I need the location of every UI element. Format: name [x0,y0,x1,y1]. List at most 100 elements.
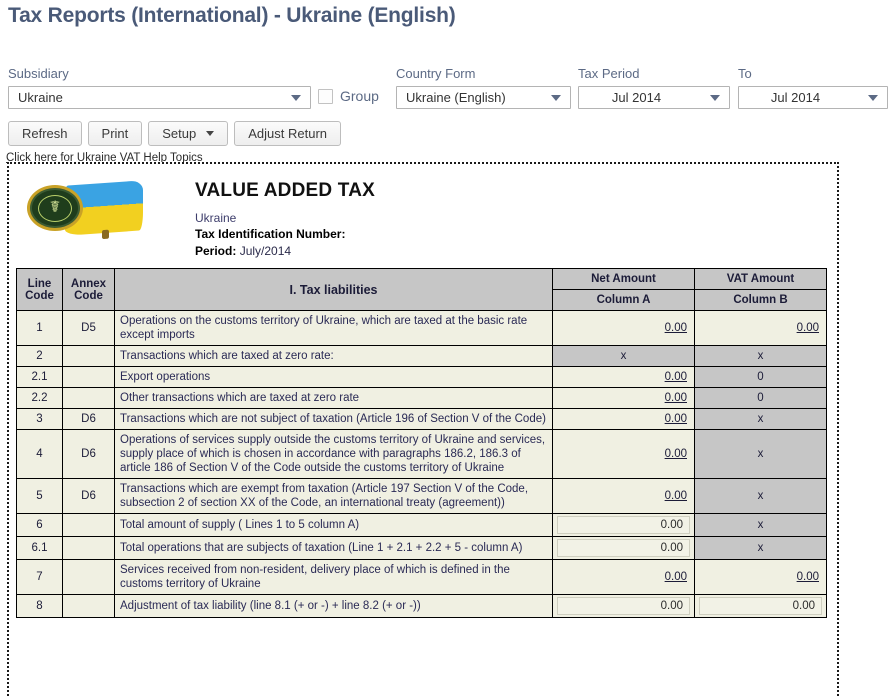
cell-net-amount[interactable]: 0.00 [552,366,695,388]
cell-vat-amount[interactable]: 0.00 [694,310,827,346]
table-row: 6.1 Total operations that are subjects of… [16,536,827,560]
cell-net-amount-link[interactable]: 0.00 [665,371,687,383]
cell-annex-code: D6 [62,408,115,430]
table-row: 3 D6 Transactions which are not subject of… [16,408,827,430]
vat-table-body: 1 D5 Operations on the customs territory o… [16,310,827,618]
cell-net-amount[interactable]: 0.00 [552,429,695,479]
cell-vat-amount: x [694,536,827,560]
table-row: 2 Transactions which are taxed at zero ra… [16,345,827,367]
tax-period-field: Tax Period Jul 2014 [578,66,730,109]
cell-vat-amount: 0 [694,366,827,388]
refresh-button-label: Refresh [22,126,68,141]
country-form-value: Ukraine (English) [406,90,506,105]
header-line-code-l1: Line [27,277,52,290]
cell-description: Transactions which are exempt from taxat… [114,478,553,514]
cell-description: Other transactions which are taxed at ze… [114,387,553,409]
caduceus-glyph: ☤ [38,194,72,222]
subsidiary-field: Subsidiary Ukraine [8,66,311,109]
cell-line-code: 2.2 [16,387,63,409]
tax-period-select[interactable]: Jul 2014 [578,86,730,109]
to-period-value: Jul 2014 [770,90,821,105]
report-tin-line: Tax Identification Number: [195,226,375,243]
adjust-return-button[interactable]: Adjust Return [234,121,342,146]
table-row: 7 Services received from non-resident, de… [16,559,827,595]
chevron-down-icon [551,94,561,101]
print-button[interactable]: Print [87,121,143,146]
subsidiary-select[interactable]: Ukraine [8,86,311,109]
cell-line-code: 5 [16,478,63,514]
cell-description: Operations on the customs territory of U… [114,310,553,346]
cell-vat-amount-link[interactable]: 0.00 [797,571,819,583]
cell-annex-code [62,366,115,388]
to-period-select[interactable]: Jul 2014 [738,86,888,109]
cell-net-amount[interactable]: 0.00 [552,513,695,537]
chevron-down-icon [710,94,720,101]
chevron-down-icon [868,94,878,101]
cell-net-amount-link[interactable]: 0.00 [665,392,687,404]
header-vat-amount: VAT Amount [694,268,827,290]
header-column-a: Column A [552,289,695,311]
cell-net-amount-link[interactable]: 0.00 [665,490,687,502]
cell-net-amount[interactable]: 0.00 [552,387,695,409]
header-section-title: I. Tax liabilities [114,268,553,311]
cell-annex-code: D6 [62,478,115,514]
vat-table: Line Code Annex Code I. Tax liabilities … [16,268,827,618]
cell-vat-amount[interactable]: 0.00 [694,559,827,595]
report-period-label: Period: [195,244,237,258]
cell-description: Total amount of supply ( Lines 1 to 5 co… [114,513,553,537]
table-row: 5 D6 Transactions which are exempt from ta… [16,478,827,514]
report-country: Ukraine [195,211,237,225]
cell-net-amount[interactable]: 0.00 [552,536,695,560]
cell-net-amount[interactable]: 0.00 [552,310,695,346]
ukraine-tax-service-emblem-icon: ☤ [25,179,147,241]
refresh-button[interactable]: Refresh [8,121,82,146]
table-row: 6 Total amount of supply ( Lines 1 to 5 c… [16,513,827,537]
setup-button[interactable]: Setup [148,121,229,146]
country-form-label: Country Form [396,66,476,81]
cell-description: Adjustment of tax liability (line 8.1 (+… [114,594,553,618]
report-tin-label: Tax Identification Number: [195,227,346,241]
cell-description: Services received from non-resident, del… [114,559,553,595]
cell-net-amount[interactable]: 0.00 [552,559,695,595]
caduceus-seal-icon: ☤ [27,185,83,231]
cell-vat-amount: x [694,429,827,479]
group-checkbox[interactable] [318,88,333,104]
cell-net-amount-input[interactable]: 0.00 [557,597,690,615]
table-row: 2.2 Other transactions which are taxed at… [16,387,827,409]
cell-annex-code [62,594,115,618]
cell-net-amount[interactable]: 0.00 [552,408,695,430]
group-checkbox-wrap[interactable]: Group [318,88,379,104]
cell-net-amount-link[interactable]: 0.00 [665,413,687,425]
cell-net-amount-link[interactable]: 0.00 [665,448,687,460]
report-title-block: VALUE ADDED TAX Ukraine Tax Identificati… [195,180,375,260]
cell-net-amount: x [552,345,695,367]
cell-line-code: 8 [16,594,63,618]
setup-button-label: Setup [162,126,197,141]
cell-vat-amount[interactable]: 0.00 [694,594,827,618]
cell-description: Transactions which are not subject of ta… [114,408,553,430]
tax-period-value: Jul 2014 [611,90,662,105]
cell-annex-code [62,387,115,409]
cell-annex-code: D6 [62,429,115,479]
cell-annex-code [62,536,115,560]
table-row: 1 D5 Operations on the customs territory o… [16,310,827,346]
cell-net-amount[interactable]: 0.00 [552,478,695,514]
cell-net-amount[interactable]: 0.00 [552,594,695,618]
country-form-select[interactable]: Ukraine (English) [396,86,571,109]
cell-vat-amount-link[interactable]: 0.00 [797,322,819,334]
country-form-field: Country Form Ukraine (English) [396,66,571,109]
cell-net-amount-input[interactable]: 0.00 [557,539,690,557]
report-period-line: Period: July/2014 [195,243,375,260]
header-line-code-l2: Code [25,289,54,302]
cell-description: Total operations that are subjects of ta… [114,536,553,560]
cell-net-amount-link[interactable]: 0.00 [665,322,687,334]
cell-annex-code [62,513,115,537]
cell-net-amount-input[interactable]: 0.00 [557,516,690,534]
cell-line-code: 4 [16,429,63,479]
cell-description: Export operations [114,366,553,388]
report-period-value: July/2014 [239,244,292,258]
page-title: Tax Reports (International) - Ukraine (E… [8,4,456,27]
cell-net-amount-link[interactable]: 0.00 [665,571,687,583]
vat-table-head: Line Code Annex Code I. Tax liabilities … [16,268,827,311]
cell-vat-amount-input[interactable]: 0.00 [699,597,822,615]
